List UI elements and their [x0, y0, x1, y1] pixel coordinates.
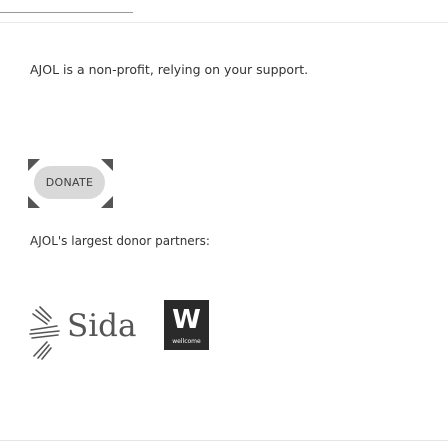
- corner-decoration: [28, 159, 40, 171]
- support-message: AJOL is a non-profit, relying on your su…: [30, 62, 309, 77]
- sida-crown-icon: [29, 306, 60, 360]
- corner-decoration: [28, 196, 40, 208]
- wellcome-w-letter: W: [172, 305, 201, 335]
- corner-decoration: [101, 196, 113, 208]
- bottom-divider: [0, 440, 448, 441]
- donate-button[interactable]: DONATE: [34, 166, 105, 199]
- corner-decoration: [101, 159, 113, 171]
- partners-heading: AJOL's largest donor partners:: [30, 234, 210, 248]
- donate-button-wrapper: DONATE: [28, 159, 113, 208]
- wellcome-caption: wellcome: [172, 338, 201, 345]
- sida-wordmark: Sida: [67, 308, 137, 344]
- top-divider: [0, 12, 133, 13]
- wellcome-logo[interactable]: W wellcome: [164, 300, 209, 350]
- section-divider: [0, 22, 448, 23]
- sida-logo[interactable]: Sida: [27, 300, 155, 364]
